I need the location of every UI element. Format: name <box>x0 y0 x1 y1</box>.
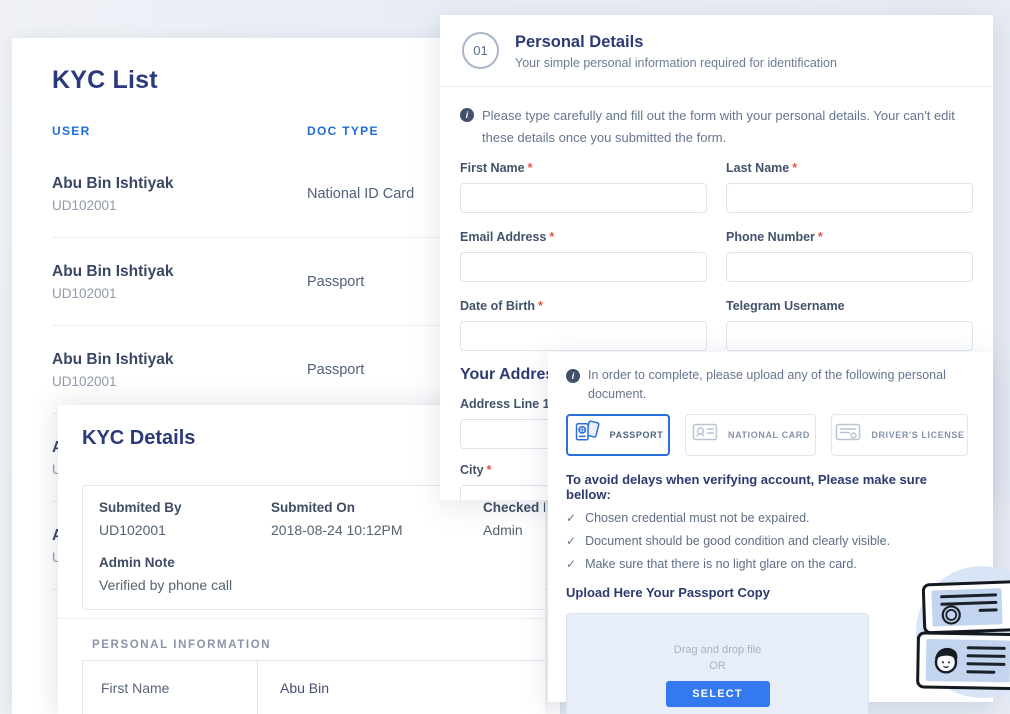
passport-option-button[interactable]: PASSPORT <box>566 414 670 456</box>
user-name: Abu Bin Ishtiyak <box>52 351 307 369</box>
upload-instructions: In order to complete, please upload any … <box>588 366 975 404</box>
drivers-license-option-label: DRIVER'S LICENSE <box>871 430 964 440</box>
phone-label: Phone Number* <box>726 230 973 244</box>
required-mark: * <box>528 161 533 175</box>
required-mark: * <box>818 230 823 244</box>
submitted-by-value: UD102001 <box>99 522 271 538</box>
admin-note-label: Admin Note <box>99 555 545 570</box>
admin-note-value: Verified by phone call <box>99 577 545 593</box>
form-instructions: Please type carefully and fill out the f… <box>482 105 973 149</box>
national-card-icon <box>691 421 719 448</box>
national-card-option-label: NATIONAL CARD <box>728 430 810 440</box>
required-mark: * <box>792 161 797 175</box>
doc-type-value: National ID Card <box>307 186 414 202</box>
telegram-label: Telegram Username <box>726 299 973 313</box>
tip-text: Make sure that there is no light glare o… <box>585 557 857 571</box>
personal-details-title: Personal Details <box>515 33 837 52</box>
phone-field[interactable] <box>726 252 973 282</box>
submitted-on-value: 2018-08-24 10:12PM <box>271 522 483 538</box>
personal-details-form: First Name* Last Name* Email Address* Ph… <box>440 149 993 351</box>
select-file-button[interactable]: SELECT <box>666 681 770 707</box>
id-cards-illustration <box>898 562 1010 714</box>
doc-type-value: Passport <box>307 274 364 290</box>
table-cell-value: Abu Bin <box>258 661 329 714</box>
user-name: Abu Bin Ishtiyak <box>52 263 307 281</box>
drivers-license-option-button[interactable]: DRIVER'S LICENSE <box>831 414 968 456</box>
national-card-option-button[interactable]: NATIONAL CARD <box>685 414 816 456</box>
first-name-field[interactable] <box>460 183 707 213</box>
column-header-doc-type: DOC TYPE <box>307 124 379 138</box>
submitted-by-label: Submited By <box>99 500 271 515</box>
column-header-user: USER <box>52 124 307 138</box>
info-icon: i <box>566 369 580 383</box>
file-dropzone[interactable]: Drag and drop file OR SELECT <box>566 613 869 714</box>
personal-information-table: First Name Abu Bin <box>82 660 545 714</box>
required-mark: * <box>487 463 492 477</box>
required-mark: * <box>549 230 554 244</box>
dropzone-or-label: OR <box>709 660 726 672</box>
tip-text: Chosen credential must not be expaired. <box>585 511 809 525</box>
kyc-details-summary-box: Submited By UD102001 Submited On 2018-08… <box>82 485 545 610</box>
email-field[interactable] <box>460 252 707 282</box>
checked-by-label: Checked By <box>483 500 545 515</box>
submitted-on-label: Submited On <box>271 500 483 515</box>
verify-tips-title: To avoid delays when verifying account, … <box>548 456 993 502</box>
passport-icon <box>573 420 601 449</box>
verify-tip: ✓ Chosen credential must not be expaired… <box>548 502 993 525</box>
required-mark: * <box>538 299 543 313</box>
document-type-options: PASSPORT NATIONAL CARD <box>548 404 993 456</box>
checked-by-value: Admin <box>483 522 545 538</box>
check-icon: ✓ <box>566 557 576 571</box>
verify-tip: ✓ Document should be good condition and … <box>548 525 993 548</box>
user-name: Abu Bin Ishtiyak <box>52 175 307 193</box>
dob-field[interactable] <box>460 321 707 351</box>
step-number-badge: 01 <box>462 32 499 69</box>
check-icon: ✓ <box>566 534 576 548</box>
user-id: UD102001 <box>52 286 307 301</box>
doc-type-value: Passport <box>307 362 364 378</box>
dropzone-hint: Drag and drop file <box>674 644 761 656</box>
last-name-label: Last Name* <box>726 161 973 175</box>
user-id: UD102001 <box>52 198 307 213</box>
email-label: Email Address* <box>460 230 707 244</box>
check-icon: ✓ <box>566 511 576 525</box>
info-icon: i <box>460 108 474 122</box>
user-id: UD102001 <box>52 374 307 389</box>
divider <box>58 618 545 619</box>
telegram-field[interactable] <box>726 321 973 351</box>
last-name-field[interactable] <box>726 183 973 213</box>
drivers-license-icon <box>834 421 862 448</box>
table-cell-label: First Name <box>83 661 258 714</box>
first-name-label: First Name* <box>460 161 707 175</box>
passport-option-label: PASSPORT <box>610 430 664 440</box>
personal-information-section-label: PERSONAL INFORMATION <box>92 639 271 651</box>
personal-details-subtitle: Your simple personal information require… <box>515 56 837 70</box>
kyc-admin-screen: KYC List USER DOC TYPE Abu Bin Ishtiyak … <box>0 0 1010 714</box>
tip-text: Document should be good condition and cl… <box>585 534 890 548</box>
dob-label: Date of Birth* <box>460 299 707 313</box>
